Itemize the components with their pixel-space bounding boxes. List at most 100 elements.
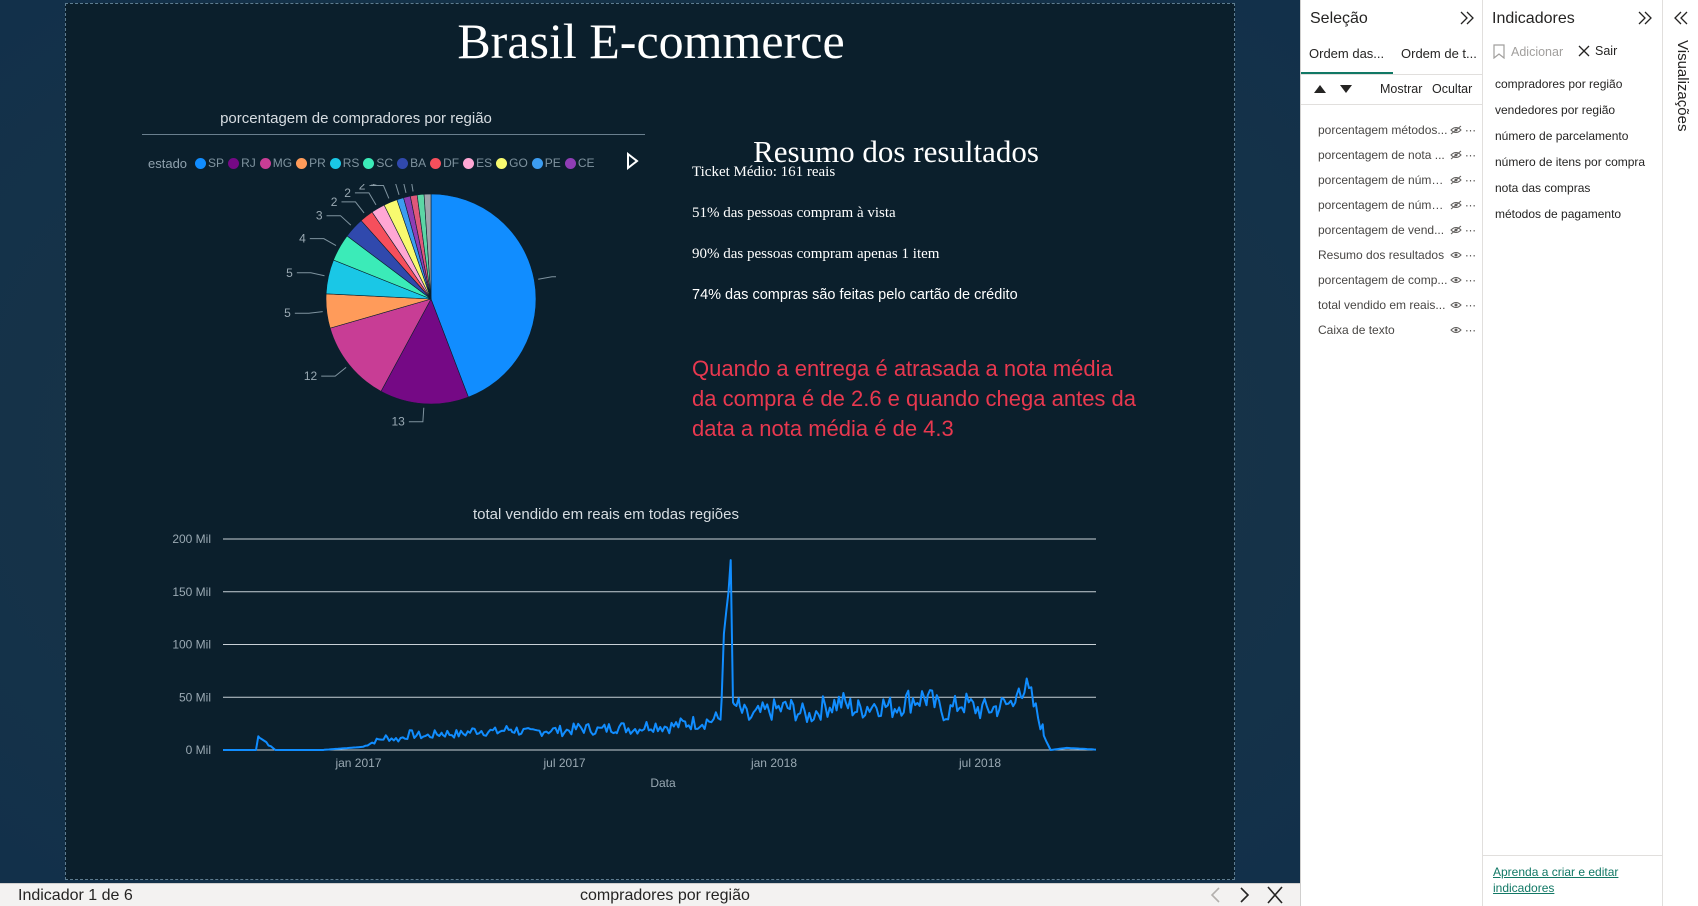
bookmark-item[interactable]: métodos de pagamento <box>1495 207 1621 221</box>
more-options-icon[interactable]: ⋯ <box>1465 324 1477 337</box>
y-tick-label: 0 Mil <box>186 743 211 757</box>
y-tick-label: 200 Mil <box>172 532 211 546</box>
close-bookmark-bar-icon[interactable] <box>1265 886 1285 904</box>
move-up-icon[interactable] <box>1313 84 1327 94</box>
more-options-icon[interactable]: ⋯ <box>1465 174 1477 187</box>
legend-title: estado <box>148 155 188 171</box>
pie-data-label: 2 <box>359 184 366 193</box>
learn-bookmarks-link[interactable]: Aprenda a criar e editar indicadores <box>1493 864 1653 896</box>
exit-bookmark-button[interactable]: Sair <box>1578 44 1617 58</box>
eye-hidden-icon[interactable] <box>1450 200 1462 210</box>
move-down-icon[interactable] <box>1339 84 1353 94</box>
summary-a-vista: 51% das pessoas compram à vista <box>692 205 896 221</box>
selection-list-item[interactable]: porcentagem de núme... ⋯ <box>1318 195 1478 215</box>
legend-label: SP <box>208 156 225 170</box>
pie-chart-title: porcentagem de compradores por região <box>220 110 492 127</box>
more-options-icon[interactable]: ⋯ <box>1465 124 1477 137</box>
legend-label: PE <box>544 156 561 170</box>
hide-all-button[interactable]: Ocultar <box>1432 82 1472 96</box>
legend-next-arrow-icon[interactable] <box>625 152 639 170</box>
report-page: Brasil E-commerce porcentagem de comprad… <box>65 3 1235 880</box>
legend-item[interactable]: RS <box>329 156 359 170</box>
visualizations-pane-label[interactable]: Visualizações <box>1671 40 1691 160</box>
tab-layer-order[interactable]: Ordem das... <box>1309 46 1389 61</box>
previous-bookmark-icon[interactable] <box>1206 886 1226 904</box>
selection-list-item[interactable]: total vendido em reais... ⋯ <box>1318 295 1478 315</box>
pie-data-label: 12 <box>304 369 318 383</box>
legend-item[interactable]: SC <box>363 156 393 170</box>
selection-list-item[interactable]: Resumo dos resultados ⋯ <box>1318 245 1478 265</box>
legend-item[interactable]: MG <box>259 156 293 170</box>
show-all-button[interactable]: Mostrar <box>1380 82 1422 96</box>
legend-item[interactable]: PE <box>531 156 561 170</box>
pie-leader-line <box>354 192 377 206</box>
more-options-icon[interactable]: ⋯ <box>1465 249 1477 262</box>
y-tick-label: 50 Mil <box>179 690 211 704</box>
line-series[interactable] <box>223 559 1096 751</box>
selection-item-label: total vendido em reais... <box>1318 298 1446 312</box>
legend-item[interactable]: PR <box>296 156 326 170</box>
eye-hidden-icon[interactable] <box>1450 175 1462 185</box>
legend-item[interactable]: GO <box>496 156 528 170</box>
selection-item-label: porcentagem de vend... <box>1318 223 1445 237</box>
page-title: Brasil E-commerce <box>457 13 845 69</box>
more-options-icon[interactable]: ⋯ <box>1465 149 1477 162</box>
eye-icon[interactable] <box>1450 275 1462 285</box>
legend-swatch <box>531 157 543 169</box>
summary-highlight: Quando a entrega é atrasada a nota média… <box>692 356 1137 441</box>
selection-list-item[interactable]: porcentagem de nota ... ⋯ <box>1318 145 1478 165</box>
pie-leader-line <box>326 215 352 226</box>
eye-icon[interactable] <box>1450 250 1462 260</box>
tab-tab-order[interactable]: Ordem de t... <box>1401 46 1481 61</box>
legend-label: RJ <box>241 156 256 170</box>
legend-label: ES <box>476 156 493 170</box>
eye-icon[interactable] <box>1450 300 1462 310</box>
x-axis-label: Data <box>650 776 676 790</box>
bookmark-item[interactable]: número de itens por compra <box>1495 155 1645 169</box>
legend-item[interactable]: ES <box>463 156 492 170</box>
legend-label: MG <box>272 156 293 170</box>
legend-item[interactable]: DF <box>430 156 459 170</box>
more-options-icon[interactable]: ⋯ <box>1465 274 1477 287</box>
selection-list-item[interactable]: porcentagem métodos... ⋯ <box>1318 120 1478 140</box>
legend-items: SP RJ MG PR RS SC BA DF ES GO PE CE <box>195 156 598 170</box>
legend-item[interactable]: RJ <box>228 156 256 170</box>
more-options-icon[interactable]: ⋯ <box>1465 224 1477 237</box>
bookmark-item[interactable]: compradores por região <box>1495 77 1622 91</box>
selection-list-item[interactable]: porcentagem de vend... ⋯ <box>1318 220 1478 240</box>
selection-item-label: porcentagem de núme... <box>1318 198 1448 212</box>
add-bookmark-button[interactable]: Adicionar <box>1493 44 1563 59</box>
eye-hidden-icon[interactable] <box>1450 225 1462 235</box>
eye-hidden-icon[interactable] <box>1450 125 1462 135</box>
bookmark-item[interactable]: vendedores por região <box>1495 103 1615 117</box>
pie-leader-line <box>309 238 337 246</box>
next-bookmark-icon[interactable] <box>1234 886 1254 904</box>
collapse-selection-pane-icon[interactable] <box>1459 10 1475 26</box>
visualizations-pane[interactable]: Visualizações <box>1662 0 1698 906</box>
legend-swatch <box>259 157 271 169</box>
bookmark-item[interactable]: nota das compras <box>1495 181 1590 195</box>
bookmark-item[interactable]: número de parcelamento <box>1495 129 1628 143</box>
more-options-icon[interactable]: ⋯ <box>1465 199 1477 212</box>
legend-label: BA <box>410 156 427 170</box>
eye-hidden-icon[interactable] <box>1450 150 1462 160</box>
pie-data-label: 5 <box>286 266 293 280</box>
selection-item-label: porcentagem de comp... <box>1318 273 1448 287</box>
eye-icon[interactable] <box>1450 325 1462 335</box>
x-tick-label: jan 2018 <box>750 756 797 770</box>
expand-visualizations-pane-icon[interactable] <box>1673 10 1689 26</box>
selection-list-item[interactable]: porcentagem de núme... ⋯ <box>1318 170 1478 190</box>
more-options-icon[interactable]: ⋯ <box>1465 299 1477 312</box>
legend-item[interactable]: BA <box>397 156 426 170</box>
selection-list-item[interactable]: Caixa de texto ⋯ <box>1318 320 1478 340</box>
pie-leader-line <box>341 201 365 214</box>
line-chart[interactable]: 0 Mil 50 Mil 100 Mil 150 Mil 200 Mil jan 2017… <box>96 524 1096 794</box>
pie-chart[interactable]: 4213125543222111 <box>236 184 556 444</box>
legend-item[interactable]: CE <box>564 156 594 170</box>
selection-list-item[interactable]: porcentagem de comp... ⋯ <box>1318 270 1478 290</box>
toolbar-divider <box>1301 104 1483 105</box>
legend-swatch <box>397 157 409 169</box>
collapse-bookmarks-pane-icon[interactable] <box>1637 10 1653 26</box>
legend-item[interactable]: SP <box>195 156 224 170</box>
legend-swatch <box>329 157 341 169</box>
